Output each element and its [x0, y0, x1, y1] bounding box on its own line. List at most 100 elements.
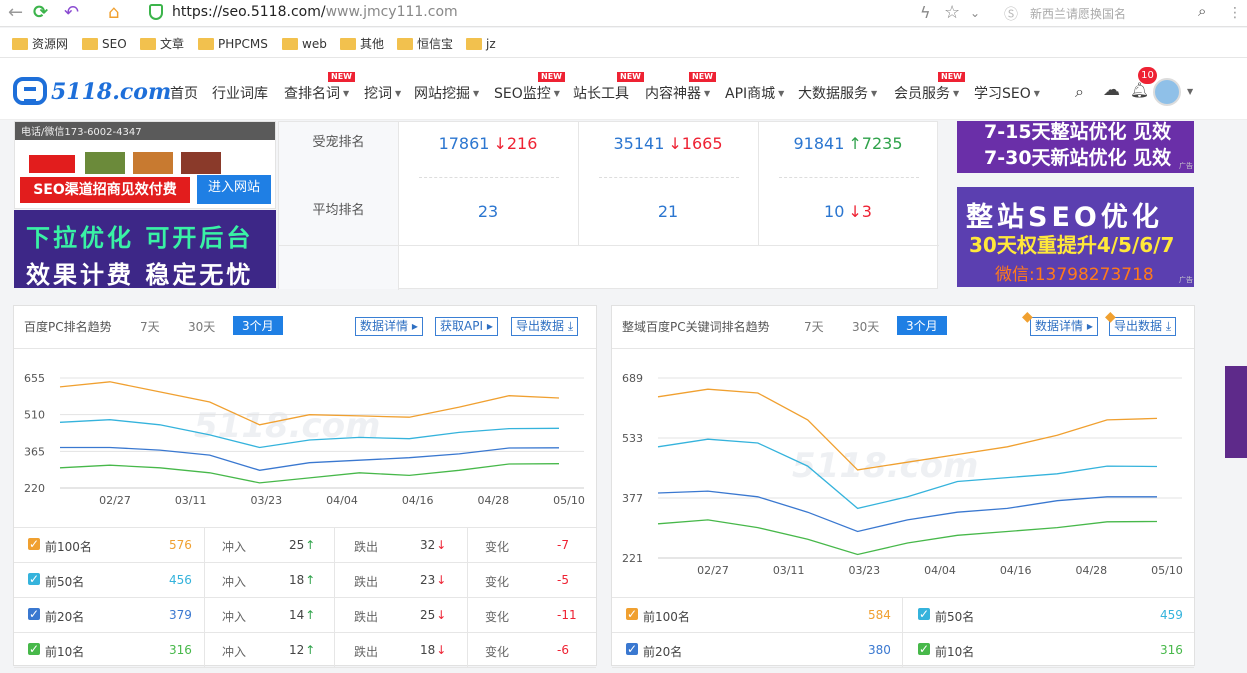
checkbox-icon[interactable]: ✓ [28, 573, 40, 585]
undo-icon[interactable]: ↶ [64, 3, 79, 23]
x-tick-label: 03/11 [175, 494, 207, 507]
y-tick-label: 533 [622, 432, 643, 445]
in-value: 25↑ [289, 538, 316, 552]
bookmark-item[interactable]: 恒信宝 [397, 36, 453, 52]
change-label: 变化 [485, 575, 510, 589]
checkbox-icon[interactable]: ✓ [626, 608, 638, 620]
browser-search-input[interactable]: Ⓢ 新西兰请愿换国名 ⌕ [998, 2, 1220, 24]
lightning-icon[interactable]: ϟ [920, 3, 931, 23]
tab-3-months[interactable]: 3个月 [897, 316, 947, 335]
data-details-button[interactable]: 数据详情 ▸ [1030, 317, 1098, 336]
x-tick-label: 05/10 [553, 494, 585, 507]
rank-delta-down: ↓216 [493, 134, 538, 153]
avatar[interactable] [1153, 78, 1181, 106]
back-icon[interactable]: ← [8, 3, 23, 23]
y-tick-label: 377 [622, 492, 643, 505]
checkbox-icon[interactable]: ✓ [918, 608, 930, 620]
bookmark-item[interactable]: web [282, 36, 327, 52]
rank-delta-up: ↑7235 [848, 134, 903, 153]
nav-item-11[interactable]: 会员服务 ▼ [894, 83, 959, 103]
nav-label: 查排名词 [284, 86, 340, 102]
y-tick-label: 655 [24, 372, 45, 385]
left-ad-banner-2[interactable]: 下拉优化 可开后台 效果计费 稳定无忧 [14, 210, 276, 289]
nav-item-7[interactable]: 站长工具 [573, 83, 629, 103]
x-tick-label: 04/28 [477, 494, 509, 507]
out-value: 18↓ [420, 643, 447, 657]
divider [334, 598, 335, 633]
search-icon[interactable]: ⌕ [1198, 2, 1206, 20]
new-badge: NEW [538, 72, 565, 82]
arrow-up-icon: ↑ [305, 538, 316, 552]
nav-item-3[interactable]: 查排名词 ▼ [284, 83, 349, 103]
get-api-button[interactable]: 获取API ▸ [435, 317, 498, 336]
nav-label: SEO监控 [494, 86, 551, 102]
enter-site-button[interactable]: 进入网站 [197, 175, 271, 204]
nav-item-1[interactable]: 首页 [170, 83, 198, 103]
series-value: 584 [868, 608, 891, 622]
out-value: 23↓ [420, 573, 447, 587]
tab-3-months[interactable]: 3个月 [233, 316, 283, 335]
bookmark-item[interactable]: PHPCMS [198, 36, 268, 52]
nav-item-9[interactable]: API商城 ▼ [725, 83, 784, 103]
rank-value: 21 [578, 202, 758, 221]
nav-item-6[interactable]: SEO监控 ▼ [494, 83, 560, 103]
bookmark-item[interactable]: SEO [82, 36, 127, 52]
nav-label: 行业词库 [212, 86, 268, 102]
data-details-button[interactable]: 数据详情 ▸ [355, 317, 423, 336]
bookmark-item[interactable]: 资源网 [12, 36, 68, 52]
home-icon[interactable]: ⌂ [108, 3, 119, 23]
nav-label: 内容神器 [645, 86, 701, 102]
change-value: -11 [557, 608, 577, 622]
right-ad-banner-2[interactable]: 整站SEO优化 30天权重提升4/5/6/7 微信:13798273718 广告 [957, 187, 1194, 287]
tab-7-days[interactable]: 7天 [140, 318, 160, 335]
checkbox-icon[interactable]: ✓ [28, 608, 40, 620]
divider [467, 528, 468, 563]
star-icon[interactable]: ☆ [944, 3, 960, 23]
divider [334, 633, 335, 668]
left-ad-banner[interactable]: 电话/微信173-6002-4347 SEO渠道招商见效付费 进入网站 [14, 121, 276, 209]
reload-icon[interactable]: ⟳ [33, 3, 48, 23]
bookmark-item[interactable]: 文章 [140, 36, 184, 52]
tab-30-days[interactable]: 30天 [852, 318, 879, 335]
checkbox-icon[interactable]: ✓ [28, 643, 40, 655]
bookmark-item[interactable]: 其他 [340, 36, 384, 52]
chevron-down-icon[interactable]: ▼ [1187, 87, 1193, 96]
x-tick-label: 03/23 [250, 494, 282, 507]
button-label: 数据详情 [360, 319, 409, 333]
rank-row-label: 受宠排名 [279, 122, 398, 177]
side-promo-tab[interactable] [1225, 366, 1247, 458]
tab-7-days[interactable]: 7天 [804, 318, 824, 335]
checkbox-icon[interactable]: ✓ [918, 643, 930, 655]
rank-delta-down: ↓1665 [668, 134, 723, 153]
checkbox-icon[interactable]: ✓ [626, 643, 638, 655]
nav-item-5[interactable]: 网站挖掘 ▼ [414, 83, 479, 103]
ad-red-button[interactable]: SEO渠道招商见效付费 [20, 177, 190, 203]
chevron-down-icon[interactable]: ⌄ [970, 3, 980, 23]
nav-item-2[interactable]: 行业词库 [212, 83, 268, 103]
bookmark-item[interactable]: jz [466, 36, 496, 52]
series-name: 前10名 [935, 645, 975, 659]
chevron-down-icon: ▼ [871, 89, 878, 98]
nav-item-12[interactable]: 学习SEO ▼ [974, 83, 1040, 103]
divider [204, 528, 205, 563]
more-icon[interactable]: ⋮ [1228, 3, 1242, 23]
export-data-button[interactable]: 导出数据 ⤓ [1109, 317, 1177, 336]
x-tick-label: 04/28 [1075, 564, 1107, 577]
in-value: 12↑ [289, 643, 316, 657]
right-ad-banner[interactable]: 7-15天整站优化 见效 7-30天新站优化 见效 广告 [957, 121, 1194, 173]
checkbox-icon[interactable]: ✓ [28, 538, 40, 550]
stats-row: ✓ 前20名 380 ✓ 前10名 316 [612, 633, 1194, 668]
cloud-download-icon[interactable]: ☁ [1103, 80, 1120, 100]
search-icon[interactable]: ⌕ [1075, 82, 1084, 102]
nav-item-10[interactable]: 大数据服务 ▼ [798, 83, 877, 103]
export-data-button[interactable]: 导出数据 ⤓ [511, 317, 579, 336]
panel-title: 百度PC排名趋势 [24, 320, 112, 334]
divider [419, 177, 559, 178]
x-tick-label: 02/27 [697, 564, 729, 577]
tab-30-days[interactable]: 30天 [188, 318, 215, 335]
nav-item-4[interactable]: 挖词 ▼ [364, 83, 401, 103]
site-logo[interactable]: 5118.com [13, 77, 171, 107]
divider [334, 528, 335, 563]
nav-item-8[interactable]: 内容神器 ▼ [645, 83, 710, 103]
url-field[interactable]: https://seo.5118.com/www.jmcy111.com [172, 4, 458, 20]
